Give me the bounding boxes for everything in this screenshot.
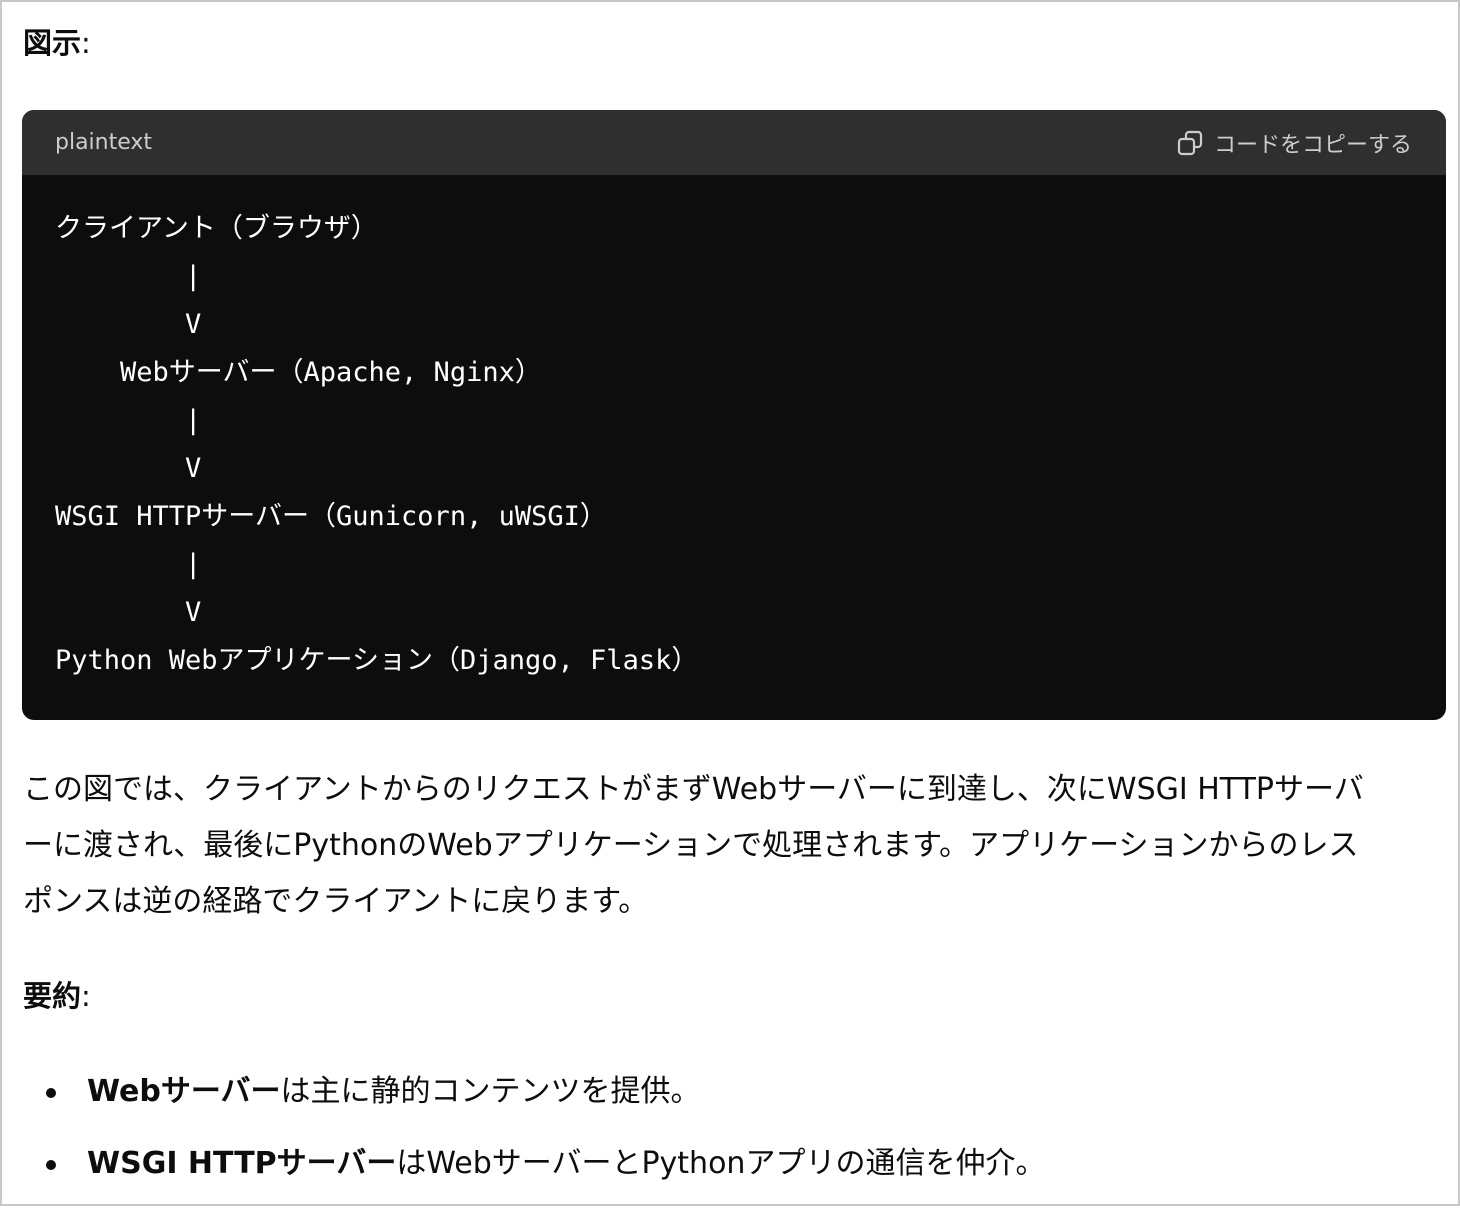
list-item-text: は主に静的コンテンツを提供。 [280,1074,701,1109]
code-line: V [55,597,202,628]
paragraph-line: ーに渡され、最後にPythonのWebアプリケーションで処理されます。アプリケー… [23,828,1359,863]
code-language-label: plaintext [55,130,153,155]
bullet-dot-icon [46,1088,56,1098]
explanation-paragraph: この図では、クライアントからのリクエストがまずWebサーバーに到達し、次にWSG… [23,762,1443,930]
list-item-term: Webサーバー [87,1074,281,1109]
paragraph-line: この図では、クライアントからのリクエストがまずWebサーバーに到達し、次にWSG… [23,772,1364,807]
heading-colon: : [81,979,91,1013]
summary-list: Webサーバーは主に静的コンテンツを提供。 WSGI HTTPサーバーはWebサ… [2,1064,1460,1208]
code-line: Python Webアプリケーション（Django, Flask） [55,645,699,676]
code-block: plaintext コードをコピーする クライアント（ブラウザ） | V Web… [22,110,1446,720]
section-heading-diagram: 図示: [23,23,91,63]
section-heading-summary-text: 要約 [23,979,82,1013]
code-line: V [55,453,202,484]
code-line: クライアント（ブラウザ） [55,213,378,244]
list-item-text: はWebサーバーとPythonアプリの通信を仲介。 [396,1146,1046,1181]
list-item: Webサーバーは主に静的コンテンツを提供。 [2,1064,1460,1136]
heading-colon: : [81,26,91,60]
code-line: | [55,261,202,292]
code-line: WSGI HTTPサーバー（Gunicorn, uWSGI） [55,501,607,532]
code-line: Webサーバー（Apache, Nginx） [55,357,542,388]
list-item: WSGI HTTPサーバーはWebサーバーとPythonアプリの通信を仲介。 [2,1136,1460,1208]
section-heading-diagram-text: 図示 [23,26,82,60]
bullet-dot-icon [46,1160,56,1170]
code-line: | [55,549,202,580]
section-heading-summary: 要約: [23,976,91,1016]
list-item-term: WSGI HTTPサーバー [87,1146,397,1181]
copy-code-label: コードをコピーする [1213,132,1412,158]
copy-icon [1176,129,1204,157]
code-line: V [55,309,202,340]
paragraph-line: ポンスは逆の経路でクライアントに戻ります。 [23,884,649,919]
code-body: クライアント（ブラウザ） | V Webサーバー（Apache, Nginx） … [22,175,1446,685]
copy-code-button[interactable]: コードをコピーする [1176,127,1412,159]
code-line: | [55,405,202,436]
page-frame: 図示: plaintext コードをコピーする クライアント（ブラウザ） | V… [0,0,1460,1206]
code-header: plaintext コードをコピーする [22,110,1446,175]
